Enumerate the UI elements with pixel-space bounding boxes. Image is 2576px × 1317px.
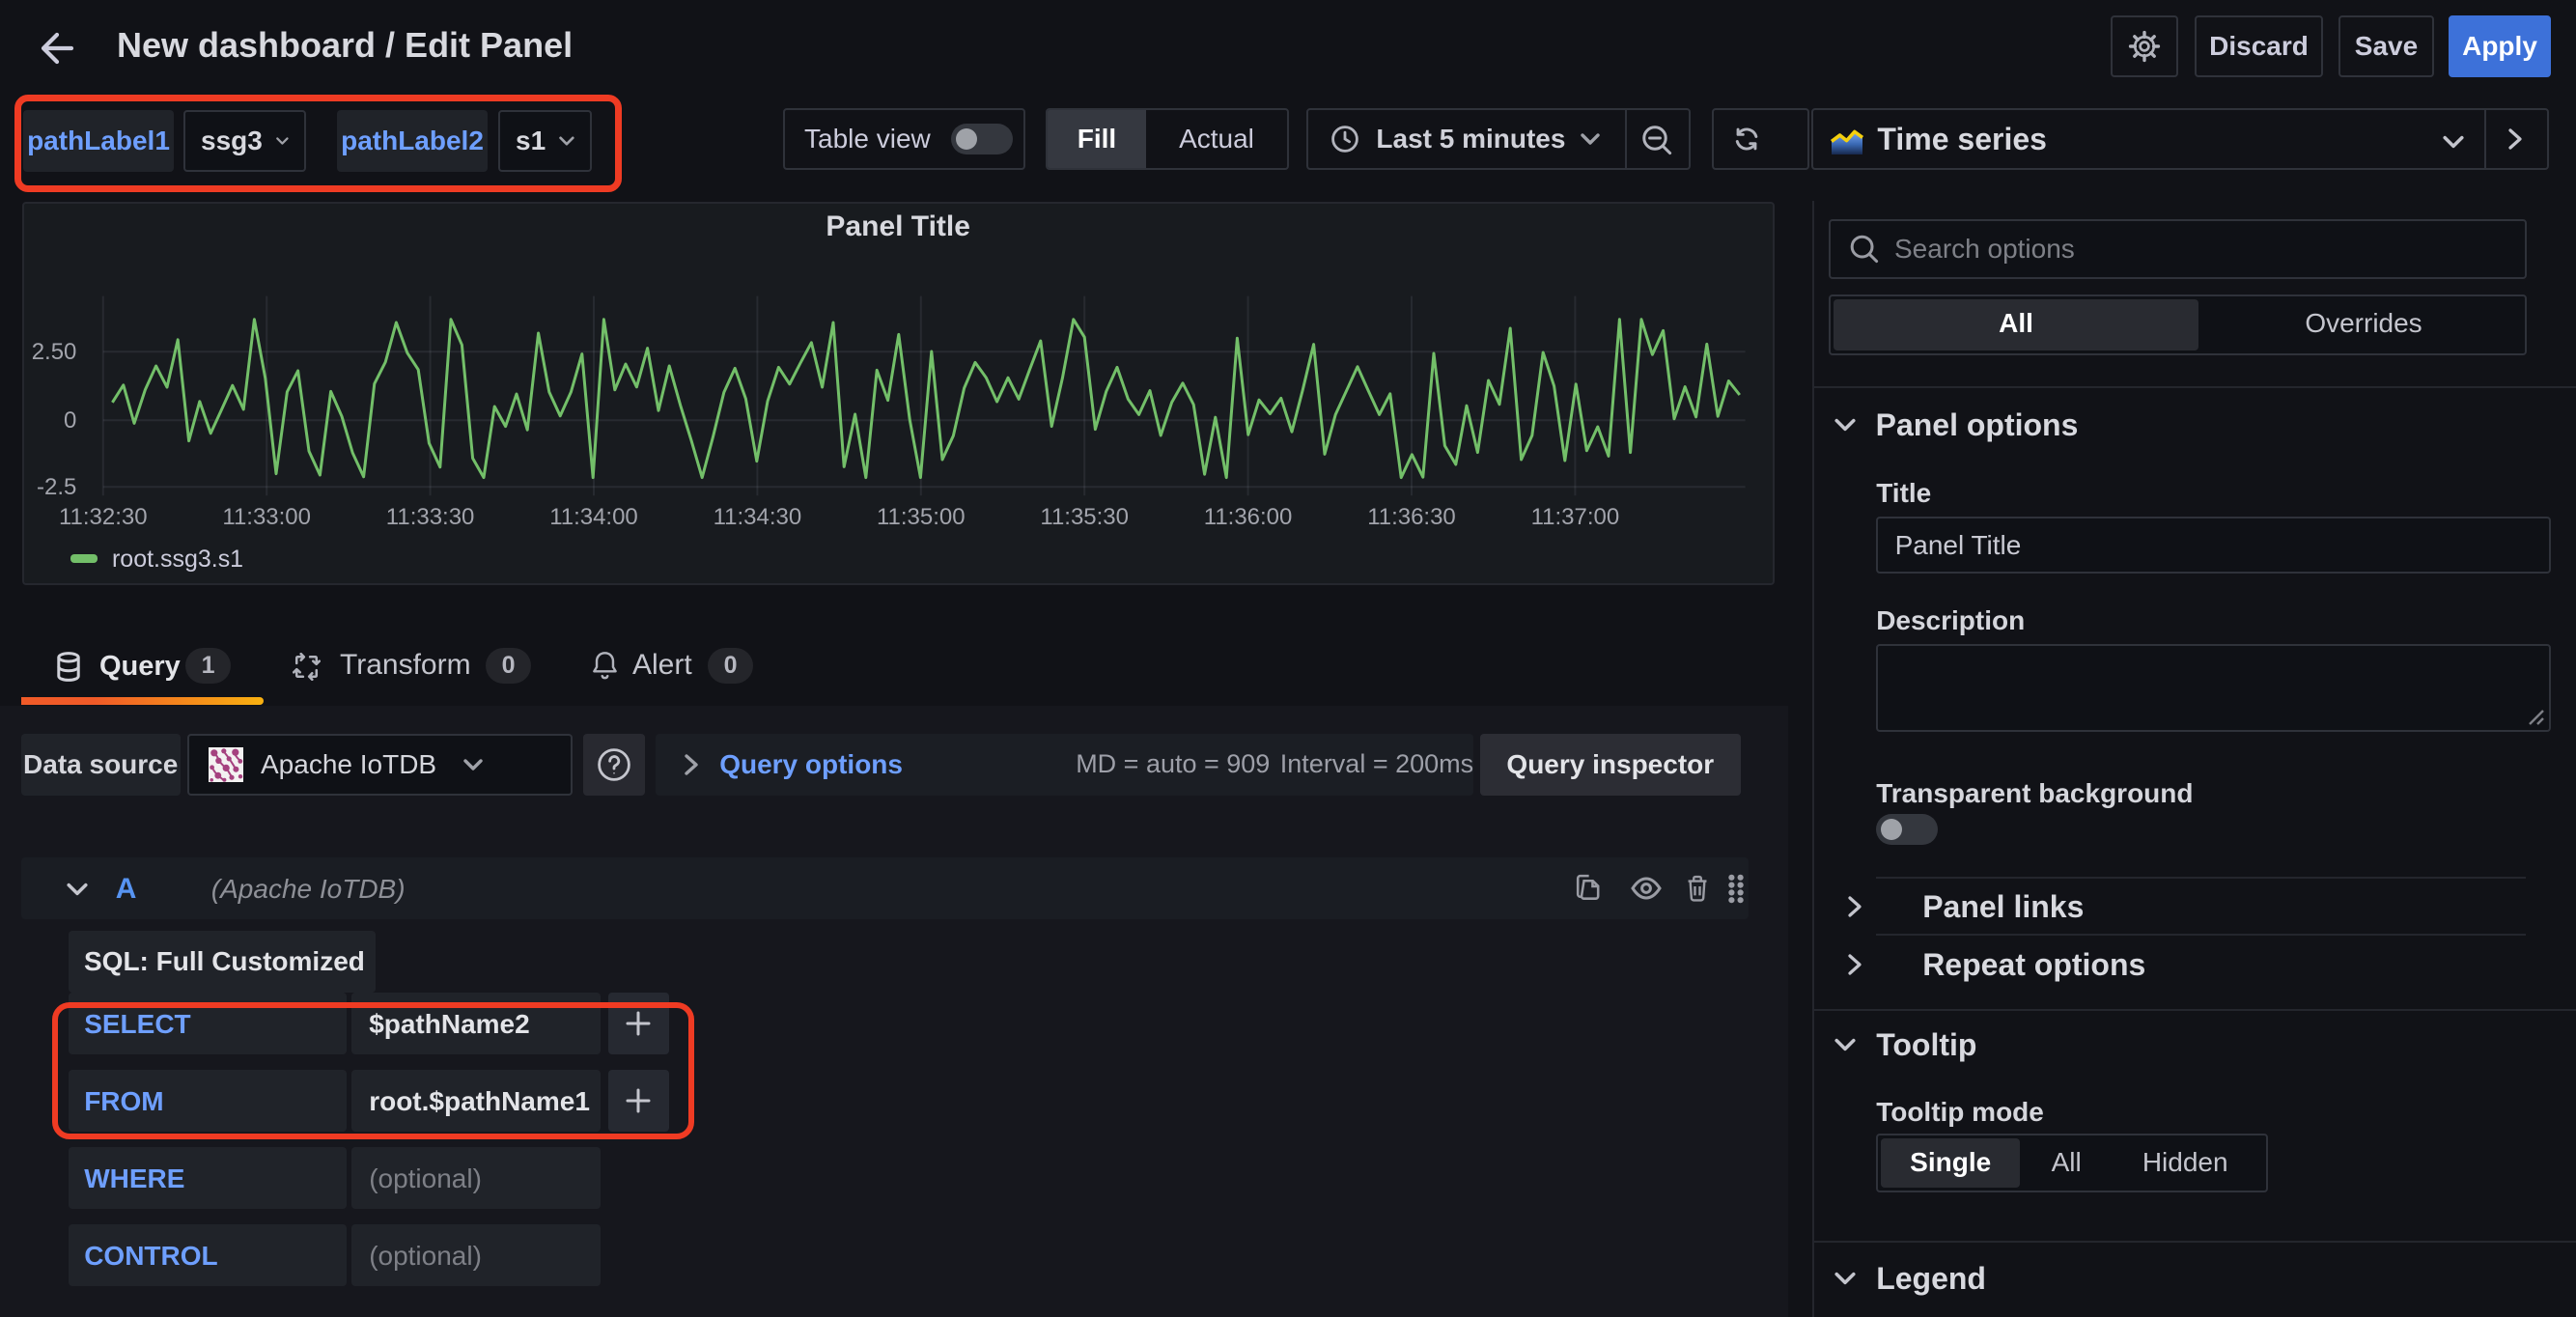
svg-text:11:37:00: 11:37:00 [1530, 504, 1619, 530]
svg-text:11:36:30: 11:36:30 [1367, 504, 1456, 530]
svg-text:0: 0 [64, 407, 76, 434]
svg-text:11:35:00: 11:35:00 [877, 504, 966, 530]
svg-text:11:35:30: 11:35:30 [1040, 504, 1129, 530]
svg-text:11:33:00: 11:33:00 [222, 504, 311, 530]
svg-text:11:34:00: 11:34:00 [549, 504, 638, 530]
svg-text:11:33:30: 11:33:30 [385, 504, 474, 530]
svg-text:root.ssg3.s1: root.ssg3.s1 [112, 546, 243, 573]
svg-text:2.50: 2.50 [31, 339, 76, 365]
svg-text:11:34:30: 11:34:30 [713, 504, 801, 530]
svg-text:-2.5: -2.5 [37, 474, 76, 500]
svg-text:11:32:30: 11:32:30 [59, 504, 148, 530]
svg-text:11:36:00: 11:36:00 [1203, 504, 1292, 530]
